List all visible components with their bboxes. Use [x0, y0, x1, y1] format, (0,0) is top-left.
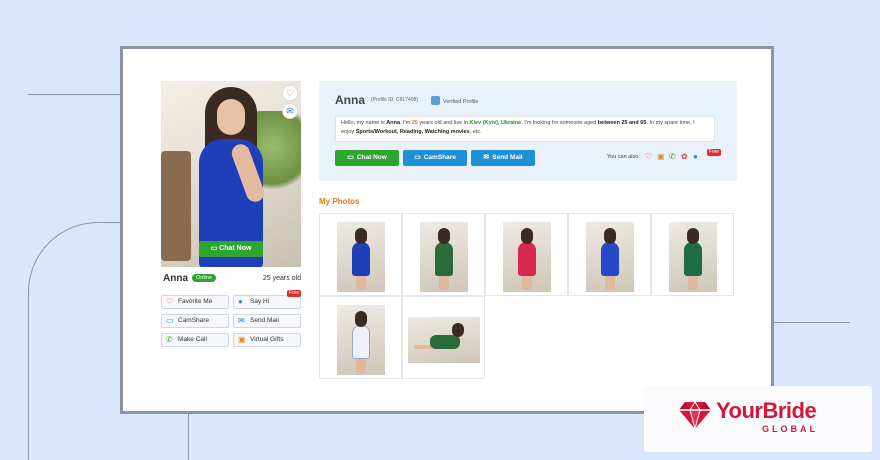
- favorite-heart-icon[interactable]: ♡: [282, 85, 298, 101]
- virtual-gifts-button[interactable]: ▣ Virtual Gifts: [233, 333, 301, 347]
- photo-chat-now-button[interactable]: ▭ Chat Now: [199, 241, 263, 257]
- main-profile-photo[interactable]: ♡ ✉ ▭ Chat Now: [161, 81, 301, 267]
- profile-bio: Hello, my name is Anna. I'm 25 years old…: [335, 116, 715, 142]
- photo-image: [503, 222, 551, 292]
- chat-bubble-icon: ▭: [210, 245, 218, 252]
- send-mail-button[interactable]: ✉ Send Mail: [471, 150, 535, 166]
- profile-id: (Profile ID: C917408): [371, 97, 418, 103]
- heart-icon: ♡: [166, 297, 174, 306]
- gift-icon: ▣: [238, 335, 246, 344]
- diamond-logo-icon: [679, 401, 711, 430]
- brand-name: YourBride: [716, 398, 817, 423]
- photo-thumbnail[interactable]: [319, 213, 402, 296]
- photo-image: [337, 305, 385, 375]
- photo-thumbnail[interactable]: [651, 213, 734, 296]
- phone-icon[interactable]: ✆: [669, 152, 676, 162]
- flowers-icon[interactable]: ✿: [681, 152, 688, 162]
- camshare-icon: ▭: [414, 154, 421, 161]
- chat-bubble-icon: ●: [238, 297, 243, 306]
- camshare-button[interactable]: ▭ CamShare: [161, 314, 229, 328]
- decor-line: [770, 322, 850, 323]
- camshare-icon: ▭: [166, 316, 174, 325]
- action-label: Say Hi: [250, 298, 270, 305]
- also-label: You can also:: [607, 154, 640, 160]
- decor-line: [188, 412, 189, 460]
- photo-thumbnail[interactable]: [568, 213, 651, 296]
- action-label: Send Mail: [250, 317, 279, 324]
- photo-image: [420, 222, 468, 292]
- age-label: 25 years old: [262, 275, 301, 282]
- camshare-button[interactable]: ▭ CamShare: [403, 150, 467, 166]
- profile-info-card: Anna (Profile ID: C917408) Verified Prof…: [319, 81, 737, 181]
- online-badge: Online: [192, 274, 216, 282]
- profile-name: Anna: [163, 273, 188, 284]
- action-label: CamShare: [178, 317, 210, 324]
- verified-badge: Verified Profile: [431, 96, 478, 105]
- mail-icon: ✉: [238, 316, 245, 325]
- profile-name-row: Anna Online 25 years old: [163, 273, 301, 287]
- chat-now-label: Chat Now: [219, 245, 252, 252]
- phone-icon: ✆: [166, 335, 173, 344]
- mail-icon: ✉: [483, 154, 490, 161]
- brand-tagline: GLOBAL: [762, 424, 818, 434]
- chat-now-button[interactable]: ▭ Chat Now: [335, 150, 399, 166]
- decor-line: [28, 94, 120, 95]
- gift-icon[interactable]: ▣: [657, 152, 665, 162]
- free-badge: Free: [706, 149, 721, 156]
- say-hi-icon[interactable]: ✉: [282, 103, 298, 119]
- say-hi-button[interactable]: ● Say Hi Free: [233, 290, 301, 309]
- photo-thumbnail[interactable]: [485, 213, 568, 296]
- photo-image: [408, 317, 480, 363]
- verified-icon: [431, 96, 440, 105]
- action-label: Favorite Me: [178, 298, 213, 305]
- favorite-me-button[interactable]: ♡ Favorite Me: [161, 295, 229, 309]
- make-call-button[interactable]: ✆ Make Call: [161, 333, 229, 347]
- photo-thumbnail[interactable]: [402, 213, 485, 296]
- photo-thumbnail[interactable]: [402, 296, 485, 379]
- free-badge: Free: [286, 290, 301, 297]
- heart-icon[interactable]: ♡: [645, 152, 652, 162]
- profile-page-window: ♡ ✉ ▭ Chat Now Anna Online 25 years old ♡…: [120, 46, 774, 414]
- photo-image: [337, 222, 385, 292]
- say-hi-icon[interactable]: ●: [693, 152, 698, 162]
- my-photos-title: My Photos: [319, 197, 360, 206]
- photo-thumbnail[interactable]: [319, 296, 402, 379]
- brand-badge: YourBride GLOBAL: [644, 386, 872, 452]
- action-label: Make Call: [178, 336, 207, 343]
- action-label: Virtual Gifts: [250, 336, 284, 343]
- photo-image: [586, 222, 634, 292]
- send-mail-button[interactable]: ✉ Send Mail: [233, 314, 301, 328]
- profile-heading-name: Anna: [335, 93, 365, 107]
- photo-image: [669, 222, 717, 292]
- chat-bubble-icon: ▭: [347, 154, 354, 161]
